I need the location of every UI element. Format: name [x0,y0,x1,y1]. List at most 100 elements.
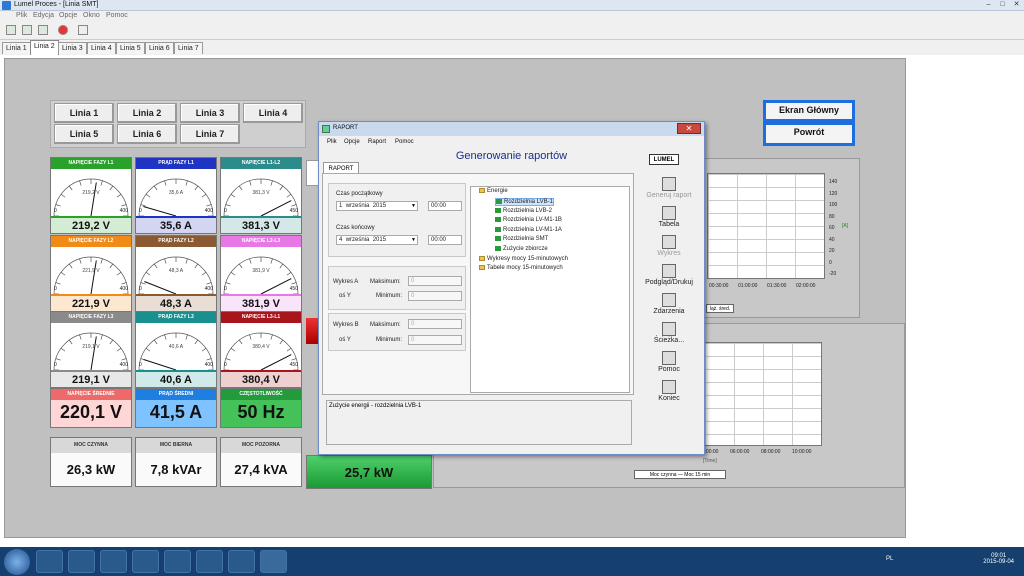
tab-linia-6[interactable]: Linia 6 [145,42,174,54]
chart-icon[interactable] [22,25,32,35]
line-button-1[interactable]: Linia 1 [54,103,114,123]
tab-linia-1[interactable]: Linia 1 [2,42,31,54]
close-button[interactable]: ✕ [1010,1,1023,9]
tree-folder-energie[interactable]: Energie [479,188,508,194]
y-tick-label: 140 [829,179,838,185]
chart-b-min-input[interactable]: 0 [408,335,462,345]
action-button-5[interactable]: Zdarzenia [637,293,701,315]
gauge-1: NAPIĘCIE FAZY L1 219,2 V 0 400 219,2 V [50,157,132,234]
menu-plik[interactable]: Plik [16,12,27,19]
tree-item[interactable]: Zużycie zbiorcze [495,246,548,252]
gauge-5: PRĄD FAZY L2 48,3 A 0 400 48,3 A [135,235,217,312]
start-button[interactable] [4,549,30,575]
gauge-needle [260,354,292,371]
dialog-menu-raport[interactable]: Raport [368,139,386,145]
tab-linia-7[interactable]: Linia 7 [174,42,203,54]
gauge-needle [260,200,292,217]
browser-icon[interactable] [36,550,63,573]
report-icon[interactable] [38,25,48,35]
clock[interactable]: 09:01 2015-09-04 [983,553,1014,565]
y-tick-label: 0 [829,259,832,266]
line-button-6[interactable]: Linia 6 [117,124,177,144]
tree-item-label: Rozdzielnia LVB-1 [504,199,553,206]
tree-folder-tabele-label: Tabele mocy 15-minutowych [487,265,563,272]
tree-folder-tabele[interactable]: Tabele mocy 15-minutowych [479,265,563,271]
powerpoint-icon[interactable] [196,550,223,573]
media-icon[interactable] [132,550,159,573]
action-button-1[interactable]: Generuj raport [637,177,701,199]
alarm-icon[interactable] [58,25,68,35]
tree-item[interactable]: Rozdzielnia SMT [495,236,548,242]
menu-pomoc[interactable]: Pomoc [106,12,128,19]
action-label: Koniec [658,395,680,402]
action-button-2[interactable]: Tabela [637,206,701,228]
action-label: Pomoc [658,366,680,373]
action-button-4[interactable]: Podgląd/Drukuj [637,264,701,286]
dialog-heading: Generowanie raportów [455,150,568,162]
line-button-7[interactable]: Linia 7 [180,124,240,144]
tree-item-label: Zużycie zbiorcze [503,246,548,253]
chart-a-min-input[interactable]: 0 [408,291,462,301]
minimize-button[interactable]: – [982,1,995,9]
path-icon [662,322,676,336]
dialog-menu-opcje[interactable]: Opcje [344,139,360,145]
menu-opcje[interactable]: Opcje [59,12,77,19]
line-button-4[interactable]: Linia 4 [243,103,303,123]
tab-linia-5[interactable]: Linia 5 [116,42,145,54]
tree-folder-wykresy[interactable]: Wykresy mocy 15-minutowych [479,256,568,262]
action-button-7[interactable]: Pomoc [637,351,701,373]
end-time-input[interactable]: 00:00 [428,235,462,245]
dialog-menu-pomoc[interactable]: Pomoc [395,139,414,145]
maximize-button[interactable]: □ [996,1,1009,9]
dialog-menu-plik[interactable]: Plik [327,139,337,145]
end-date-picker[interactable]: 4 września 2015 [336,235,418,245]
action-button-3[interactable]: Wykres [637,235,701,257]
menu-okno[interactable]: Okno [83,12,100,19]
gauge-7: NAPIĘCIE FAZY L3 219,1 V 0 400 219,1 V [50,311,132,388]
tree-item[interactable]: Rozdzielnia LV-M1-1A [495,226,562,233]
tree-item[interactable]: Rozdzielnia LVB-1 [495,198,554,207]
x-tick-label: 01:00:00 [738,283,758,289]
generate-icon [662,177,676,191]
start-date-picker[interactable]: 1 września 2015 [336,201,418,211]
back-button[interactable]: Powrót [763,122,855,146]
app-icon[interactable] [164,550,191,573]
chart-b-max-input[interactable]: 0 [408,319,462,329]
dialog-titlebar: RAPORT ✕ [319,122,704,136]
line-button-2[interactable]: Linia 2 [117,103,177,123]
chevron-down-icon[interactable]: ▼ [411,203,416,209]
frequency-value: 50 Hz [237,402,285,422]
chevron-down-icon[interactable]: ▼ [411,237,416,243]
signal-icon[interactable] [78,25,88,35]
tab-linia-2[interactable]: Linia 2 [30,40,59,55]
lumel-app-icon[interactable] [260,550,287,573]
gauge-value: 380,4 V [221,370,301,387]
table-icon[interactable] [6,25,16,35]
language-indicator[interactable]: PL [886,556,893,562]
dialog-close-button[interactable]: ✕ [677,123,701,134]
menu-edycja[interactable]: Edycja [33,12,54,19]
main-screen-button[interactable]: Ekran Główny [763,100,855,122]
end-month: września [345,237,370,243]
line-button-3[interactable]: Linia 3 [180,103,240,123]
gauge-min: 0 [54,286,57,292]
action-label: Tabela [658,221,680,228]
remote-icon[interactable] [228,550,255,573]
tree-item[interactable]: Rozdzielnia LV-M1-1B [495,217,562,223]
active-power-value: 26,3 kW [51,453,131,486]
current-chart-unit: [A] [842,223,849,229]
action-button-6[interactable]: Ścieżka... [637,322,701,344]
y-tick-label: -20 [829,271,837,277]
chart-a-max-input[interactable]: 0 [408,276,462,286]
tree-item[interactable]: Rozdzielnia LVB-2 [495,207,552,214]
action-button-8[interactable]: Koniec [637,380,701,402]
print-icon [662,264,676,278]
tab-linia-4[interactable]: Linia 4 [87,42,116,54]
folder-icon[interactable] [68,550,95,573]
start-time-input[interactable]: 00:00 [428,201,462,211]
gauge-title: NAPIĘCIE L2-L3 [221,236,301,247]
outlook-icon[interactable] [100,550,127,573]
gauge-value: 48,3 A [136,294,216,311]
tab-linia-3[interactable]: Linia 3 [58,42,87,54]
line-button-5[interactable]: Linia 5 [54,124,114,144]
